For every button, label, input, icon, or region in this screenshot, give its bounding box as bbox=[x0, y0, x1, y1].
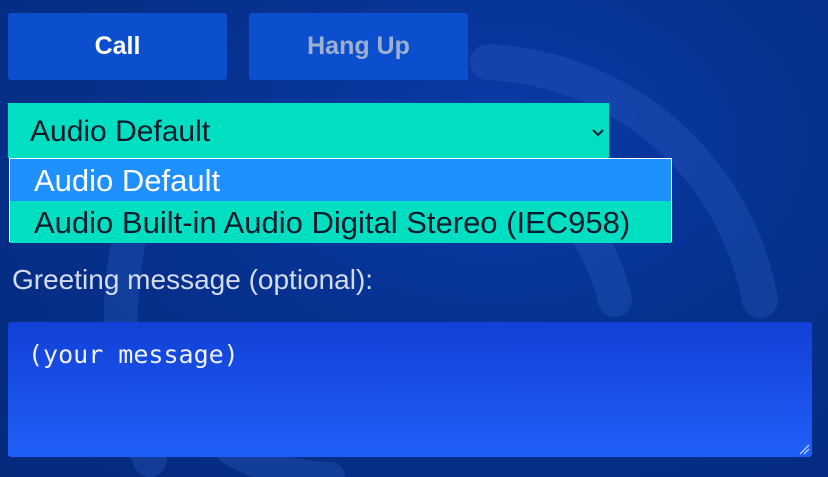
greeting-message-input[interactable]: (your message) bbox=[8, 322, 812, 457]
audio-option-builtin-digital-stereo[interactable]: Audio Built-in Audio Digital Stereo (IEC… bbox=[10, 201, 671, 243]
hang-up-button[interactable]: Hang Up bbox=[249, 13, 468, 80]
audio-device-selected-value: Audio Default bbox=[30, 115, 211, 148]
resize-grip-icon[interactable] bbox=[798, 443, 810, 455]
audio-option-default[interactable]: Audio Default bbox=[10, 159, 671, 201]
chevron-down-icon[interactable] bbox=[591, 103, 605, 161]
greeting-placeholder: (your message) bbox=[28, 340, 239, 369]
audio-device-select[interactable]: Audio Default bbox=[8, 103, 609, 158]
greeting-label: Greeting message (optional): bbox=[12, 264, 374, 295]
audio-device-dropdown: Audio Default Audio Built-in Audio Digit… bbox=[9, 158, 672, 243]
call-button[interactable]: Call bbox=[8, 13, 227, 80]
